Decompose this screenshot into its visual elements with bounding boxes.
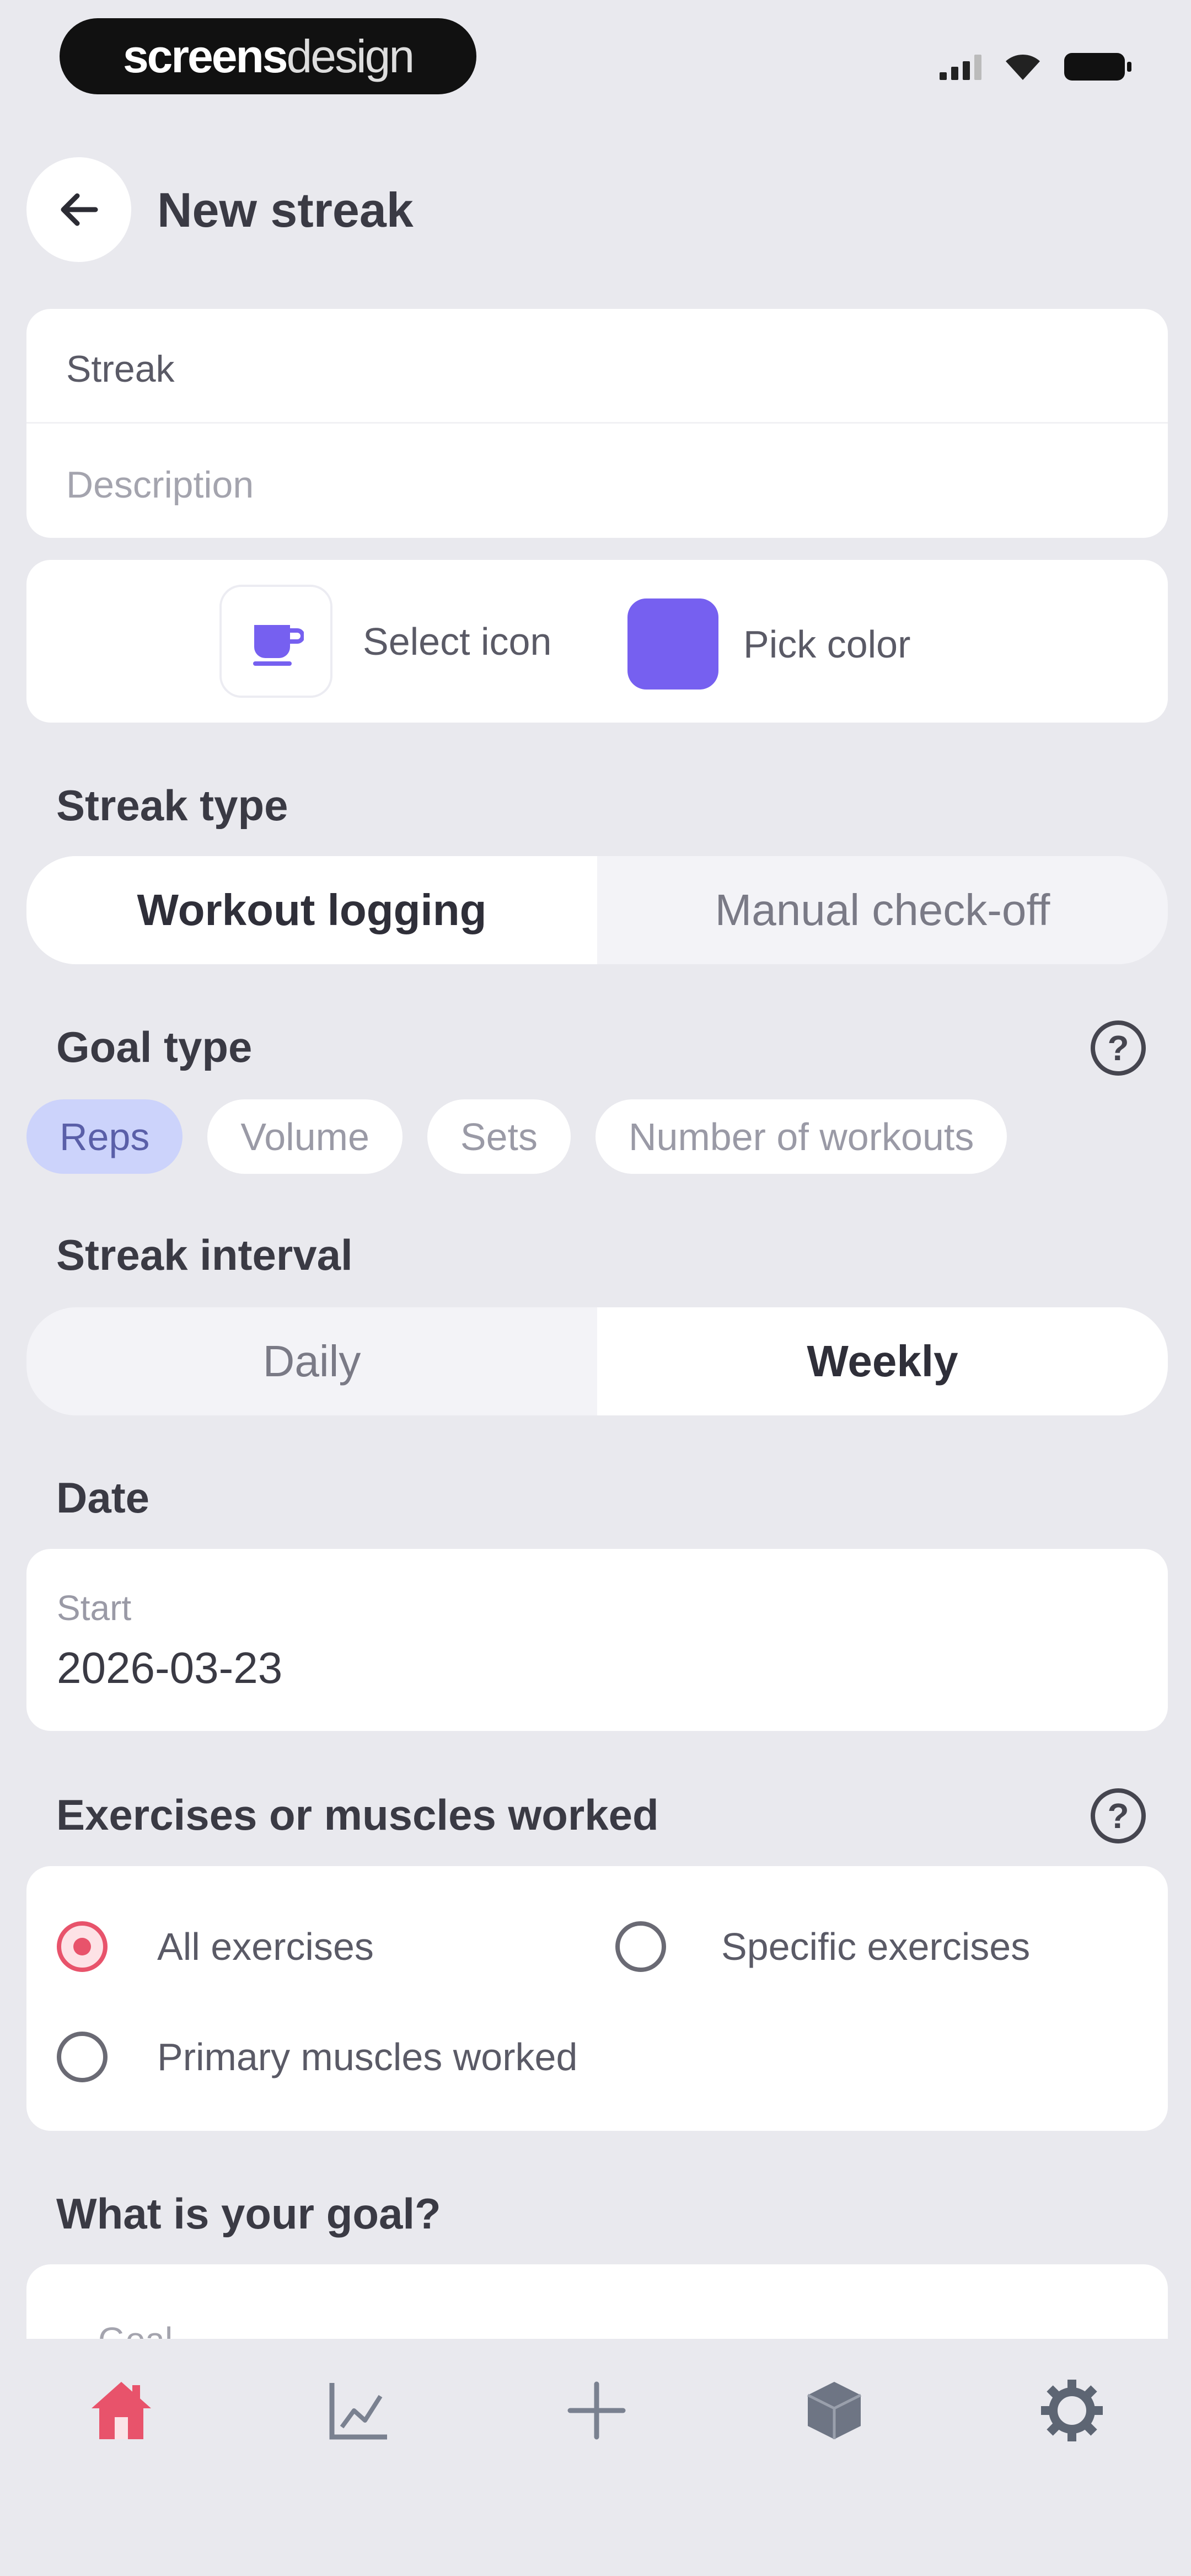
tab-exercises[interactable] (796, 2372, 873, 2449)
wifi-icon (1006, 54, 1040, 80)
interval-daily[interactable]: Daily (26, 1307, 597, 1415)
goal-type-chips: Reps Volume Sets Number of workouts (26, 1099, 1007, 1174)
icon-preview (219, 585, 332, 698)
home-icon (92, 2382, 151, 2439)
divider (26, 422, 1168, 424)
date-title: Date (56, 1473, 150, 1522)
streak-interval-title: Streak interval (56, 1231, 353, 1279)
status-icons (940, 52, 1131, 81)
brand-bold: screens (122, 30, 288, 82)
arrow-left-icon (61, 193, 98, 226)
page-title: New streak (157, 183, 414, 237)
start-date-label: Start (57, 1588, 132, 1628)
gear-icon (1041, 2380, 1103, 2441)
coffee-cup-icon (253, 624, 304, 666)
goal-chip-sets[interactable]: Sets (427, 1099, 571, 1174)
streak-type-segmented: Workout logging Manual check-off (26, 856, 1168, 964)
all-exercises-label: All exercises (157, 1925, 374, 1968)
streak-name-input[interactable]: Streak (66, 348, 1114, 391)
pick-color-label: Pick color (743, 622, 911, 666)
goal-chip-volume[interactable]: Volume (207, 1099, 403, 1174)
exercises-title: Exercises or muscles worked (56, 1791, 659, 1839)
start-date-field[interactable]: Start 2026-03-23 (26, 1549, 1168, 1731)
details-card: Streak Description (26, 309, 1168, 538)
description-input[interactable]: Description (66, 463, 1114, 506)
goal-chip-number-of-workouts[interactable]: Number of workouts (595, 1099, 1007, 1174)
battery-icon (1064, 53, 1131, 81)
radio-specific-exercises[interactable] (615, 1921, 666, 1972)
tab-stats[interactable] (320, 2372, 397, 2449)
select-icon-label: Select icon (363, 619, 552, 663)
option-primary-muscles[interactable]: Primary muscles worked (57, 2032, 577, 2082)
start-date-value: 2026-03-23 (57, 1643, 283, 1692)
plus-icon (567, 2381, 626, 2440)
specific-exercises-label: Specific exercises (721, 1925, 1031, 1968)
streak-type-title: Streak type (56, 781, 288, 830)
streak-interval-segmented: Daily Weekly (26, 1307, 1168, 1415)
cellular-signal-icon (940, 54, 981, 80)
radio-all-exercises[interactable] (57, 1921, 108, 1972)
tab-home[interactable] (83, 2372, 160, 2449)
brand-logo: screens design (60, 18, 476, 94)
exercises-help-icon[interactable]: ? (1091, 1788, 1146, 1843)
goal-type-title: Goal type (56, 1023, 253, 1071)
chart-icon (329, 2383, 387, 2440)
select-icon-button[interactable]: Select icon (219, 585, 605, 698)
appearance-card: Select icon Pick color (26, 560, 1168, 723)
box-icon (807, 2382, 862, 2439)
goal-title: What is your goal? (56, 2189, 441, 2238)
option-specific-exercises[interactable]: Specific exercises (615, 1921, 1030, 1972)
brand-light: design (286, 30, 415, 82)
streak-type-manual-check-off[interactable]: Manual check-off (597, 856, 1168, 964)
exercises-card: All exercises Specific exercises Primary… (26, 1866, 1168, 2131)
streak-type-workout-logging[interactable]: Workout logging (26, 856, 597, 964)
option-all-exercises[interactable]: All exercises (57, 1921, 374, 1972)
goal-type-help-icon[interactable]: ? (1091, 1020, 1146, 1076)
primary-muscles-label: Primary muscles worked (157, 2035, 578, 2078)
color-swatch (627, 598, 718, 690)
tab-settings[interactable] (1033, 2372, 1110, 2449)
radio-primary-muscles[interactable] (57, 2032, 108, 2082)
interval-weekly[interactable]: Weekly (597, 1307, 1168, 1415)
goal-chip-reps[interactable]: Reps (26, 1099, 183, 1174)
back-button[interactable] (26, 157, 131, 262)
pick-color-button[interactable]: Pick color (627, 598, 1013, 690)
tab-add[interactable] (558, 2372, 635, 2449)
